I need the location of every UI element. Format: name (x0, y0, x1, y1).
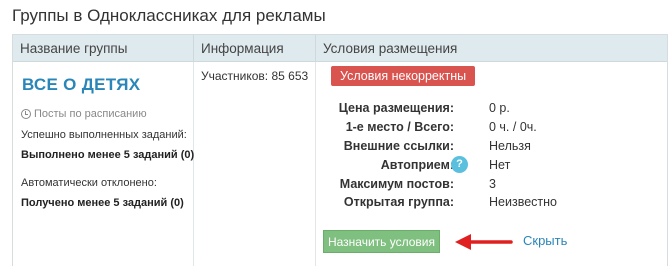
page-title: Группы в Одноклассниках для рекламы (12, 6, 326, 25)
condition-value-price: 0 р. (489, 101, 510, 115)
status-badge: Условия некорректны (331, 66, 476, 86)
condition-value-open-group: Неизвестно (489, 195, 557, 209)
condition-value-first-place: 0 ч. / 0ч. (489, 120, 537, 134)
header-conditions: Условия размещения (315, 35, 667, 62)
clock-icon (21, 109, 31, 119)
condition-label-price: Цена размещения: (338, 101, 454, 115)
condition-value-auto-accept: Нет (489, 158, 511, 172)
question-icon[interactable]: ? (451, 156, 468, 173)
column-divider (193, 62, 194, 266)
participants-count: Участников: 85 653 (201, 69, 309, 83)
header-group-name: Название группы (20, 41, 128, 56)
condition-value-external-links: Нельзя (489, 139, 531, 153)
condition-label-first-place: 1-е место / Всего: (345, 120, 454, 134)
condition-label-external-links: Внешние ссылки: (343, 139, 454, 153)
schedule-label: Посты по расписанию (34, 108, 147, 120)
completed-tasks-value: Выполнено менее 5 заданий (0) (21, 149, 195, 161)
rejected-tasks-value: Получено менее 5 заданий (0) (21, 197, 184, 209)
condition-label-max-posts: Максимум постов: (339, 177, 454, 191)
hide-link[interactable]: Скрыть (523, 233, 567, 248)
rejected-tasks-label: Автоматически отклонено: (21, 177, 157, 189)
condition-value-max-posts: 3 (489, 177, 496, 191)
condition-label-auto-accept: Автоприем: (380, 158, 454, 172)
groups-table: Название группы Информация Условия разме… (12, 34, 668, 266)
header-info: Информация (193, 35, 315, 62)
table-header: Название группы Информация Условия разме… (13, 35, 667, 62)
schedule-status: Посты по расписанию (21, 108, 147, 120)
condition-label-open-group: Открытая группа: (343, 195, 454, 209)
assign-conditions-button[interactable]: Назначить условия (323, 230, 440, 253)
red-arrow-icon (455, 234, 513, 250)
completed-tasks-label: Успешно выполненных заданий: (21, 129, 187, 141)
group-name-link[interactable]: ВСЕ О ДЕТЯХ (22, 75, 140, 95)
column-divider (315, 62, 316, 266)
